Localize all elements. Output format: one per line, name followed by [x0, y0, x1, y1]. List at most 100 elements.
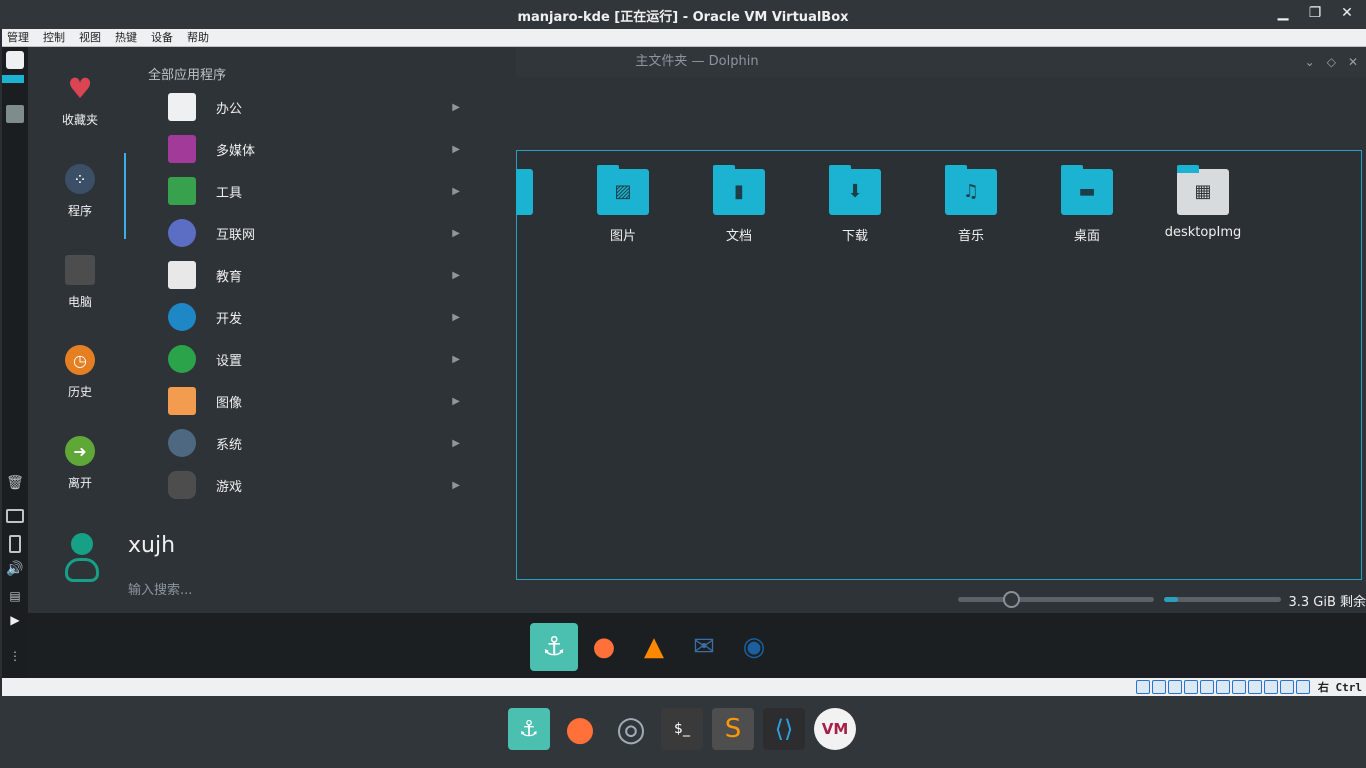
- sidebar-leave[interactable]: ➜ 离开: [28, 436, 132, 491]
- host-menubar: 管理 控制 视图 热键 设备 帮助: [2, 29, 1366, 47]
- keyboard-icon[interactable]: [1295, 680, 1310, 694]
- user-avatar-icon[interactable]: [64, 533, 100, 583]
- menu-manage[interactable]: 管理: [7, 29, 29, 46]
- chevron-right-icon: ▶: [452, 353, 460, 365]
- category-multimedia[interactable]: 多媒体 ▶: [168, 133, 468, 165]
- folder-documents[interactable]: ▮ 文档: [689, 165, 789, 244]
- vlc-icon[interactable]: ▲: [630, 623, 678, 671]
- search-input[interactable]: 输入搜索...: [128, 579, 192, 598]
- office-icon: [168, 93, 196, 121]
- firefox-icon[interactable]: ●: [559, 708, 601, 750]
- sidebar-active-indicator: [124, 153, 126, 239]
- usb-icon[interactable]: [1199, 680, 1214, 694]
- hard-disk-icon[interactable]: [1135, 680, 1150, 694]
- category-label: 图像: [216, 395, 243, 411]
- chevron-right-icon: ▶: [452, 101, 460, 113]
- mouse-integration-icon[interactable]: [1279, 680, 1294, 694]
- category-internet[interactable]: 互联网 ▶: [168, 217, 468, 249]
- thunderbird-icon[interactable]: ✉: [680, 623, 728, 671]
- host-titlebar: manjaro-kde [正在运行] - Oracle VM VirtualBo…: [0, 0, 1366, 29]
- launcher-sidebar: ♥ 收藏夹 ⁘ 程序 电脑 ◷ 历史 ➜ 离开: [28, 47, 126, 613]
- close-icon[interactable]: ✕: [1348, 47, 1358, 77]
- terminal-icon[interactable]: $_: [661, 708, 703, 750]
- apps-grid-icon: ⁘: [65, 164, 95, 194]
- volume-icon[interactable]: 🔊: [6, 561, 24, 579]
- chevron-right-icon: ▶: [452, 185, 460, 197]
- anchor-icon[interactable]: ⚓: [508, 708, 550, 750]
- pictures-folder-icon: ▨: [597, 165, 649, 215]
- gamepad-icon: [168, 471, 196, 499]
- folder-desktop[interactable]: ▬ 桌面: [1037, 165, 1137, 244]
- expand-icon[interactable]: ▶: [6, 613, 24, 631]
- dolphin-window-buttons: ⌄ ◇ ✕: [1305, 47, 1358, 77]
- heart-icon: ♥: [67, 71, 93, 105]
- active-indicator: [2, 75, 24, 83]
- category-system[interactable]: 系统 ▶: [168, 427, 468, 459]
- zoom-slider[interactable]: [958, 597, 1154, 602]
- folder-pictures[interactable]: ▨ 图片: [573, 165, 673, 244]
- category-label: 设置: [216, 353, 243, 369]
- display-icon[interactable]: [6, 509, 24, 523]
- category-games[interactable]: 游戏 ▶: [168, 469, 468, 501]
- category-graphics[interactable]: 图像 ▶: [168, 385, 468, 417]
- category-office[interactable]: 办公 ▶: [168, 91, 468, 123]
- maximize-icon[interactable]: ◇: [1327, 47, 1336, 77]
- menu-hotkey[interactable]: 热键: [115, 29, 137, 46]
- gear-icon: [168, 303, 196, 331]
- sidebar-computer[interactable]: 电脑: [28, 255, 132, 310]
- steam-icon[interactable]: ◉: [730, 623, 778, 671]
- category-label: 多媒体: [216, 143, 256, 159]
- category-development[interactable]: 开发 ▶: [168, 301, 468, 333]
- clock-icon: ◷: [65, 345, 95, 375]
- browser-icon[interactable]: ◎: [610, 708, 652, 750]
- more-icon[interactable]: ⋮: [6, 649, 24, 667]
- close-icon[interactable]: ✕: [1338, 4, 1356, 22]
- chevron-right-icon: ▶: [452, 437, 460, 449]
- audio-icon[interactable]: [1167, 680, 1182, 694]
- optical-drive-icon[interactable]: [1151, 680, 1166, 694]
- task-icon[interactable]: [6, 105, 24, 123]
- cpu-icon[interactable]: [1263, 680, 1278, 694]
- menu-control[interactable]: 控制: [43, 29, 65, 46]
- category-label: 游戏: [216, 479, 243, 495]
- network-icon[interactable]: [1183, 680, 1198, 694]
- sidebar-favorites[interactable]: ♥ 收藏夹: [28, 71, 132, 128]
- folder-desktopimg[interactable]: ▦ desktopImg: [1153, 165, 1253, 240]
- vm-status-tray: 右 Ctrl: [1135, 679, 1362, 695]
- zoom-slider-handle[interactable]: [1003, 591, 1020, 608]
- category-education[interactable]: 教育 ▶: [168, 259, 468, 291]
- vscode-icon[interactable]: ⟨⟩: [763, 708, 805, 750]
- desktop-folder-icon: ▬: [1061, 165, 1113, 215]
- anchor-icon[interactable]: ⚓: [530, 623, 578, 671]
- file-view: ▶ 频 ▨ 图片 ▮ 文档 ⬇ 下载 ♫ 音乐 ▬ 桌面: [481, 150, 1362, 580]
- monitor-icon: [65, 255, 95, 285]
- launcher-icon[interactable]: [6, 51, 24, 69]
- multimedia-icon: [168, 135, 196, 163]
- category-label: 教育: [216, 269, 243, 285]
- folder-music[interactable]: ♫ 音乐: [921, 165, 1021, 244]
- minimize-icon[interactable]: ▁: [1274, 4, 1292, 22]
- category-settings[interactable]: 设置 ▶: [168, 343, 468, 375]
- restore-icon[interactable]: ❐: [1306, 4, 1324, 22]
- device-icon[interactable]: [9, 535, 21, 553]
- sidebar-history[interactable]: ◷ 历史: [28, 345, 132, 400]
- recording-icon[interactable]: [1247, 680, 1262, 694]
- folder-downloads[interactable]: ⬇ 下载: [805, 165, 905, 244]
- minimize-icon[interactable]: ⌄: [1305, 47, 1315, 77]
- trash-icon[interactable]: 🗑: [6, 475, 24, 493]
- vm-dock: ⚓ ● ▲ ✉ ◉: [530, 623, 778, 671]
- menu-view[interactable]: 视图: [79, 29, 101, 46]
- category-label: 互联网: [216, 227, 256, 243]
- shared-folder-icon[interactable]: [1215, 680, 1230, 694]
- sidebar-label: 收藏夹: [61, 113, 98, 127]
- vmware-icon[interactable]: VM: [814, 708, 856, 750]
- sidebar-programs[interactable]: ⁘ 程序: [28, 164, 132, 219]
- vm-statusbar: 右 Ctrl: [2, 678, 1366, 696]
- category-utilities[interactable]: 工具 ▶: [168, 175, 468, 207]
- display-icon[interactable]: [1231, 680, 1246, 694]
- clipboard-icon[interactable]: ▤: [6, 589, 24, 607]
- menu-devices[interactable]: 设备: [151, 29, 173, 46]
- menu-help[interactable]: 帮助: [187, 29, 209, 46]
- firefox-icon[interactable]: ●: [580, 623, 628, 671]
- sublime-text-icon[interactable]: S: [712, 708, 754, 750]
